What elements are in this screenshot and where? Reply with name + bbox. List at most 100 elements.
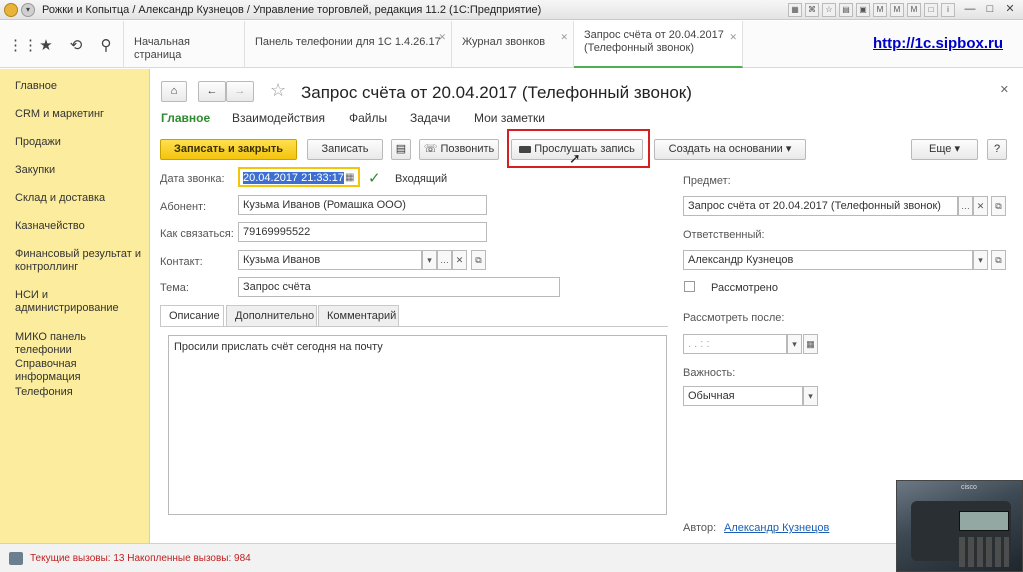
info-icon[interactable]: i <box>941 3 955 17</box>
sidebar-item-crm[interactable]: CRM и маркетинг <box>15 108 145 121</box>
author-label: Автор: <box>683 522 717 534</box>
importance-field[interactable]: Обычная <box>683 386 803 406</box>
description-textarea[interactable]: Просили прислать счёт сегодня на почту <box>168 335 667 515</box>
contact-open-icon[interactable]: ⧉ <box>471 250 486 270</box>
sidebar-item-warehouse[interactable]: Склад и доставка <box>15 192 145 205</box>
dropdown-arrow-icon: ▾ <box>954 143 960 155</box>
review-after-field[interactable]: . . : : <box>683 334 787 354</box>
tab-home[interactable]: Начальная страница <box>124 21 245 68</box>
tab-call-log[interactable]: Журнал звонков ✕ <box>452 21 574 68</box>
review-after-calendar-icon[interactable]: ▦ <box>803 334 818 354</box>
responsible-dropdown-icon[interactable]: ▾ <box>973 250 988 270</box>
home-button[interactable]: ⌂ <box>161 81 187 102</box>
review-after-dropdown-icon[interactable]: ▾ <box>787 334 802 354</box>
sidebar-item-sales[interactable]: Продажи <box>15 136 145 149</box>
section-main[interactable]: Главное <box>161 111 210 125</box>
create-based-on-button[interactable]: Создать на основании ▾ <box>654 139 806 160</box>
subject-open-icon[interactable]: ⧉ <box>991 196 1006 216</box>
favorite-star-icon[interactable]: ☆ <box>270 80 286 101</box>
responsible-label: Ответственный: <box>683 229 765 241</box>
status-text: Текущие вызовы: 13 Накопленные вызовы: 9… <box>30 553 251 564</box>
subject-field[interactable]: Запрос счёта от 20.04.2017 (Телефонный з… <box>683 196 958 216</box>
contact-dropdown-icon[interactable]: ▾ <box>422 250 437 270</box>
nav-icon-group: ⋮⋮ ★ ⟲ ⚲ <box>0 21 124 68</box>
importance-dropdown-icon[interactable]: ▾ <box>803 386 818 406</box>
close-icon[interactable]: ✕ <box>1001 2 1019 17</box>
contact-how-label: Как связаться: <box>160 228 234 240</box>
history-icon[interactable]: ⟲ <box>68 36 84 54</box>
call-date-field[interactable]: 20.04.2017 21:33:17 <box>238 167 360 187</box>
window-mode-icon[interactable]: □ <box>924 3 938 17</box>
topic-label: Тема: <box>160 282 189 294</box>
subject-clear-icon[interactable]: ✕ <box>973 196 988 216</box>
phone-screen <box>959 511 1009 531</box>
sidebar-item-finance[interactable]: Финансовый результат и контроллинг <box>15 248 145 274</box>
telephony-icon[interactable] <box>9 552 23 565</box>
reviewed-checkbox[interactable] <box>684 281 695 292</box>
sidebar-item-main[interactable]: Главное <box>15 80 145 93</box>
more-button[interactable]: Еще ▾ <box>911 139 978 160</box>
star-icon[interactable]: ☆ <box>822 3 836 17</box>
tab-invoice-request[interactable]: Запрос счёта от 20.04.2017 (Телефонный з… <box>574 21 743 68</box>
tab-comment[interactable]: Комментарий <box>318 305 399 327</box>
window-titlebar: ▾ Рожки и Копытца / Александр Кузнецов /… <box>0 0 1023 20</box>
contact-how-field[interactable]: 79169995522 <box>238 222 487 242</box>
section-tasks[interactable]: Задачи <box>410 111 450 125</box>
tab-close-icon[interactable]: ✕ <box>560 31 568 44</box>
topic-field[interactable]: Запрос счёта <box>238 277 560 297</box>
memory-minus-icon[interactable]: M <box>907 3 921 17</box>
call-date-value: 20.04.2017 21:33:17 <box>243 172 344 184</box>
titlebar-toolbar: ▦ ⌘ ☆ ▤ ▣ M M M □ i <box>788 3 955 17</box>
sidebar-item-treasury[interactable]: Казначейство <box>15 220 145 233</box>
sipbox-link[interactable]: http://1c.sipbox.ru <box>873 35 1003 52</box>
form-close-icon[interactable]: ✕ <box>1000 83 1009 96</box>
phone-keys <box>959 537 1009 567</box>
calendar-icon[interactable]: ▦ <box>345 172 354 183</box>
minimize-icon[interactable]: — <box>961 2 979 17</box>
tab-close-icon[interactable]: ✕ <box>729 31 737 44</box>
contact-clear-icon[interactable]: ✕ <box>452 250 467 270</box>
section-files[interactable]: Файлы <box>349 111 387 125</box>
subject-select-icon[interactable]: … <box>958 196 973 216</box>
tab-close-icon[interactable]: ✕ <box>438 31 446 44</box>
link-icon[interactable]: ⌘ <box>805 3 819 17</box>
call-date-label: Дата звонка: <box>160 173 225 185</box>
sidebar-item-nsi[interactable]: НСИ и администрирование <box>15 289 145 315</box>
responsible-field[interactable]: Александр Кузнецов <box>683 250 973 270</box>
save-button[interactable]: Записать <box>307 139 383 160</box>
help-button[interactable]: ? <box>987 139 1007 160</box>
search-icon[interactable]: ⚲ <box>98 36 114 54</box>
calendar-icon[interactable]: ▣ <box>856 3 870 17</box>
sidebar-item-reference[interactable]: Справочная информация <box>15 358 145 384</box>
subject-label: Предмет: <box>683 175 731 187</box>
sidebar-item-telephony[interactable]: Телефония <box>15 386 145 399</box>
responsible-open-icon[interactable]: ⧉ <box>991 250 1006 270</box>
author-link[interactable]: Александр Кузнецов <box>724 522 829 534</box>
call-button[interactable]: ☏ Позвонить <box>419 139 499 160</box>
maximize-icon[interactable]: □ <box>981 2 999 17</box>
section-notes[interactable]: Мои заметки <box>474 111 545 125</box>
forward-button[interactable]: → <box>226 81 254 102</box>
main-menu-icon[interactable]: ▾ <box>21 3 35 17</box>
webcam-overlay: cisco <box>896 480 1023 572</box>
print-list-icon[interactable]: ▤ <box>391 139 411 160</box>
save-close-button[interactable]: Записать и закрыть <box>160 139 297 160</box>
memory-m-icon[interactable]: M <box>873 3 887 17</box>
calc-icon[interactable]: ▤ <box>839 3 853 17</box>
memory-plus-icon[interactable]: M <box>890 3 904 17</box>
contact-field[interactable]: Кузьма Иванов <box>238 250 422 270</box>
tab-telephony-panel[interactable]: Панель телефонии для 1С 1.4.26.17 ✕ <box>245 21 452 68</box>
section-interactions[interactable]: Взаимодействия <box>232 111 325 125</box>
tab-description[interactable]: Описание <box>160 305 224 327</box>
favorites-star-icon[interactable]: ★ <box>38 36 54 54</box>
back-button[interactable]: ← <box>198 81 226 102</box>
apps-grid-icon[interactable]: ⋮⋮ <box>8 36 38 54</box>
contact-select-icon[interactable]: … <box>437 250 452 270</box>
form-area: ⌂ ← → ☆ Запрос счёта от 20.04.2017 (Теле… <box>151 69 1023 543</box>
subscriber-field[interactable]: Кузьма Иванов (Ромашка ООО) <box>238 195 487 215</box>
sidebar-item-purchases[interactable]: Закупки <box>15 164 145 177</box>
sidebar-item-miko[interactable]: МИКО панель телефонии <box>15 331 145 357</box>
incoming-checkbox[interactable]: ✓ <box>368 169 381 187</box>
grid-icon[interactable]: ▦ <box>788 3 802 17</box>
tab-additional[interactable]: Дополнительно <box>226 305 317 327</box>
